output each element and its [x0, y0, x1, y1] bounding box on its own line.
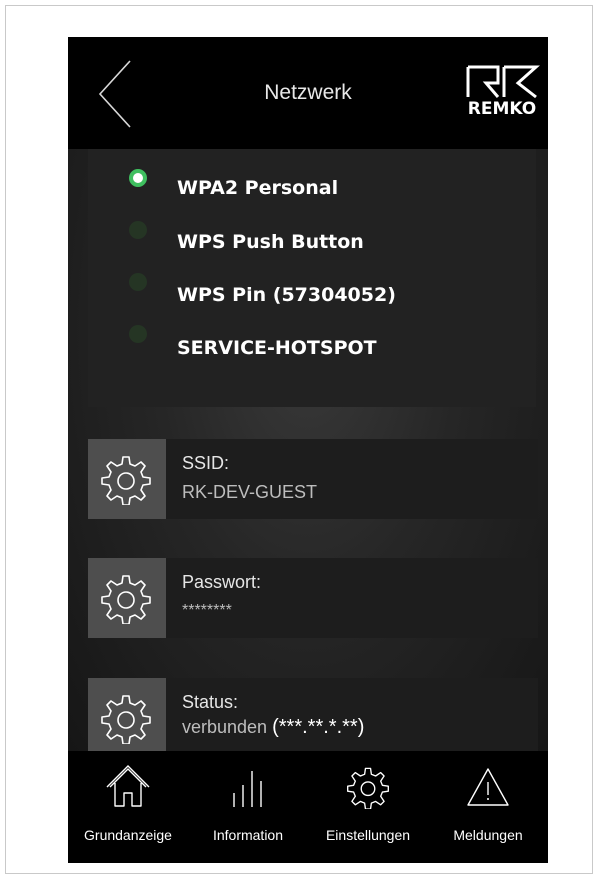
logo-mark-icon: [466, 65, 540, 99]
network-mode-label: WPS Push Button: [177, 231, 364, 253]
header-bar: Netzwerk REMKO: [68, 37, 548, 149]
network-mode-label: WPA2 Personal: [177, 177, 339, 199]
home-icon: [106, 765, 150, 807]
network-mode-option[interactable]: WPA2 Personal: [88, 167, 536, 207]
logo-text: REMKO: [467, 99, 537, 119]
nav-label: Meldungen: [453, 827, 523, 843]
network-mode-panel: WPA2 Personal WPS Push Button WPS Pin (5…: [88, 149, 536, 407]
ssid-label: SSID:: [182, 453, 230, 473]
gear-icon: [347, 767, 389, 809]
password-setting[interactable]: Passwort: ********: [88, 558, 538, 638]
network-mode-option[interactable]: SERVICE-HOTSPOT: [88, 323, 536, 363]
radio-selected-icon[interactable]: [129, 169, 147, 187]
nav-information[interactable]: Information: [188, 751, 308, 863]
ssid-setting[interactable]: SSID: RK-DEV-GUEST: [88, 439, 538, 519]
radio-unselected-icon[interactable]: [129, 325, 147, 343]
screenshot-frame: Netzwerk REMKO WPA2 Personal WPS Push Bu…: [5, 5, 593, 874]
password-value: ********: [182, 602, 232, 619]
status-setting[interactable]: Status: verbunden (***.**.*.**): [88, 678, 538, 758]
status-value: verbunden: [182, 717, 268, 737]
radio-unselected-icon[interactable]: [129, 221, 147, 239]
ip-address: (***.**.*.**): [272, 716, 365, 738]
nav-grundanzeige[interactable]: Grundanzeige: [68, 751, 188, 863]
warning-icon: [467, 768, 509, 806]
status-value-line: verbunden (***.**.*.**): [182, 716, 364, 739]
ssid-value: RK-DEV-GUEST: [182, 482, 318, 502]
remko-logo: REMKO: [464, 61, 540, 123]
network-mode-label: SERVICE-HOTSPOT: [177, 337, 377, 359]
bottom-navigation: Grundanzeige Information Einstellungen M…: [68, 751, 548, 863]
bar-chart-icon: [233, 771, 262, 807]
gear-icon: [101, 695, 151, 744]
nav-einstellungen[interactable]: Einstellungen: [308, 751, 428, 863]
radio-unselected-icon[interactable]: [129, 273, 147, 291]
nav-label: Information: [212, 827, 284, 843]
password-label: Passwort:: [182, 572, 262, 592]
gear-icon: [101, 456, 151, 505]
gear-icon: [101, 575, 151, 624]
network-settings-content: WPA2 Personal WPS Push Button WPS Pin (5…: [68, 149, 548, 758]
password-settings-button[interactable]: [88, 558, 166, 638]
network-mode-option[interactable]: WPS Push Button: [88, 219, 536, 259]
nav-meldungen[interactable]: Meldungen: [428, 751, 548, 863]
network-mode-option[interactable]: WPS Pin (57304052): [88, 271, 536, 311]
network-mode-label: WPS Pin (57304052): [177, 284, 396, 306]
status-label: Status:: [182, 692, 239, 712]
nav-label: Grundanzeige: [84, 827, 172, 843]
app-screen: Netzwerk REMKO WPA2 Personal WPS Push Bu…: [68, 37, 548, 863]
ssid-settings-button[interactable]: [88, 439, 166, 519]
status-settings-button[interactable]: [88, 678, 166, 758]
nav-label: Einstellungen: [325, 827, 411, 843]
